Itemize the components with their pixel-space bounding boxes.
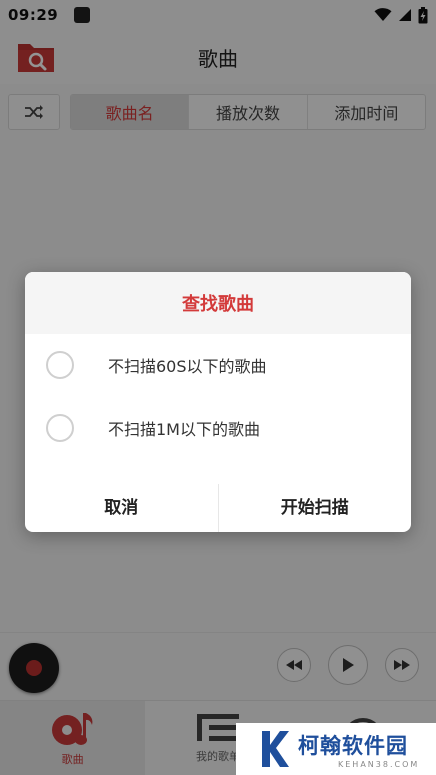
dialog-header: 查找歌曲 (25, 272, 411, 334)
watermark-k-icon (262, 731, 289, 767)
watermark-site: KEHAN38.COM (338, 759, 420, 769)
start-scan-button[interactable]: 开始扫描 (219, 478, 412, 532)
dialog-actions: 取消 开始扫描 (25, 478, 411, 532)
cancel-button[interactable]: 取消 (25, 478, 218, 532)
find-songs-dialog: 查找歌曲 不扫描60S以下的歌曲 不扫描1M以下的歌曲 取消 开始扫描 (25, 272, 411, 532)
watermark-text: 柯翰软件园 KEHAN38.COM (298, 730, 419, 769)
option-skip-under-1m[interactable]: 不扫描1M以下的歌曲 (25, 403, 411, 453)
radio-skip-under-1m[interactable] (46, 414, 74, 442)
watermark-name: 柯翰软件园 (298, 733, 408, 758)
dialog-title: 查找歌曲 (182, 294, 254, 315)
option-label-skip-under-60s: 不扫描60S以下的歌曲 (108, 357, 267, 376)
option-skip-under-60s[interactable]: 不扫描60S以下的歌曲 (25, 340, 411, 390)
radio-skip-under-60s[interactable] (46, 351, 74, 379)
option-label-skip-under-1m: 不扫描1M以下的歌曲 (108, 420, 260, 439)
watermark-logo: 柯翰软件园 KEHAN38.COM (236, 723, 436, 775)
